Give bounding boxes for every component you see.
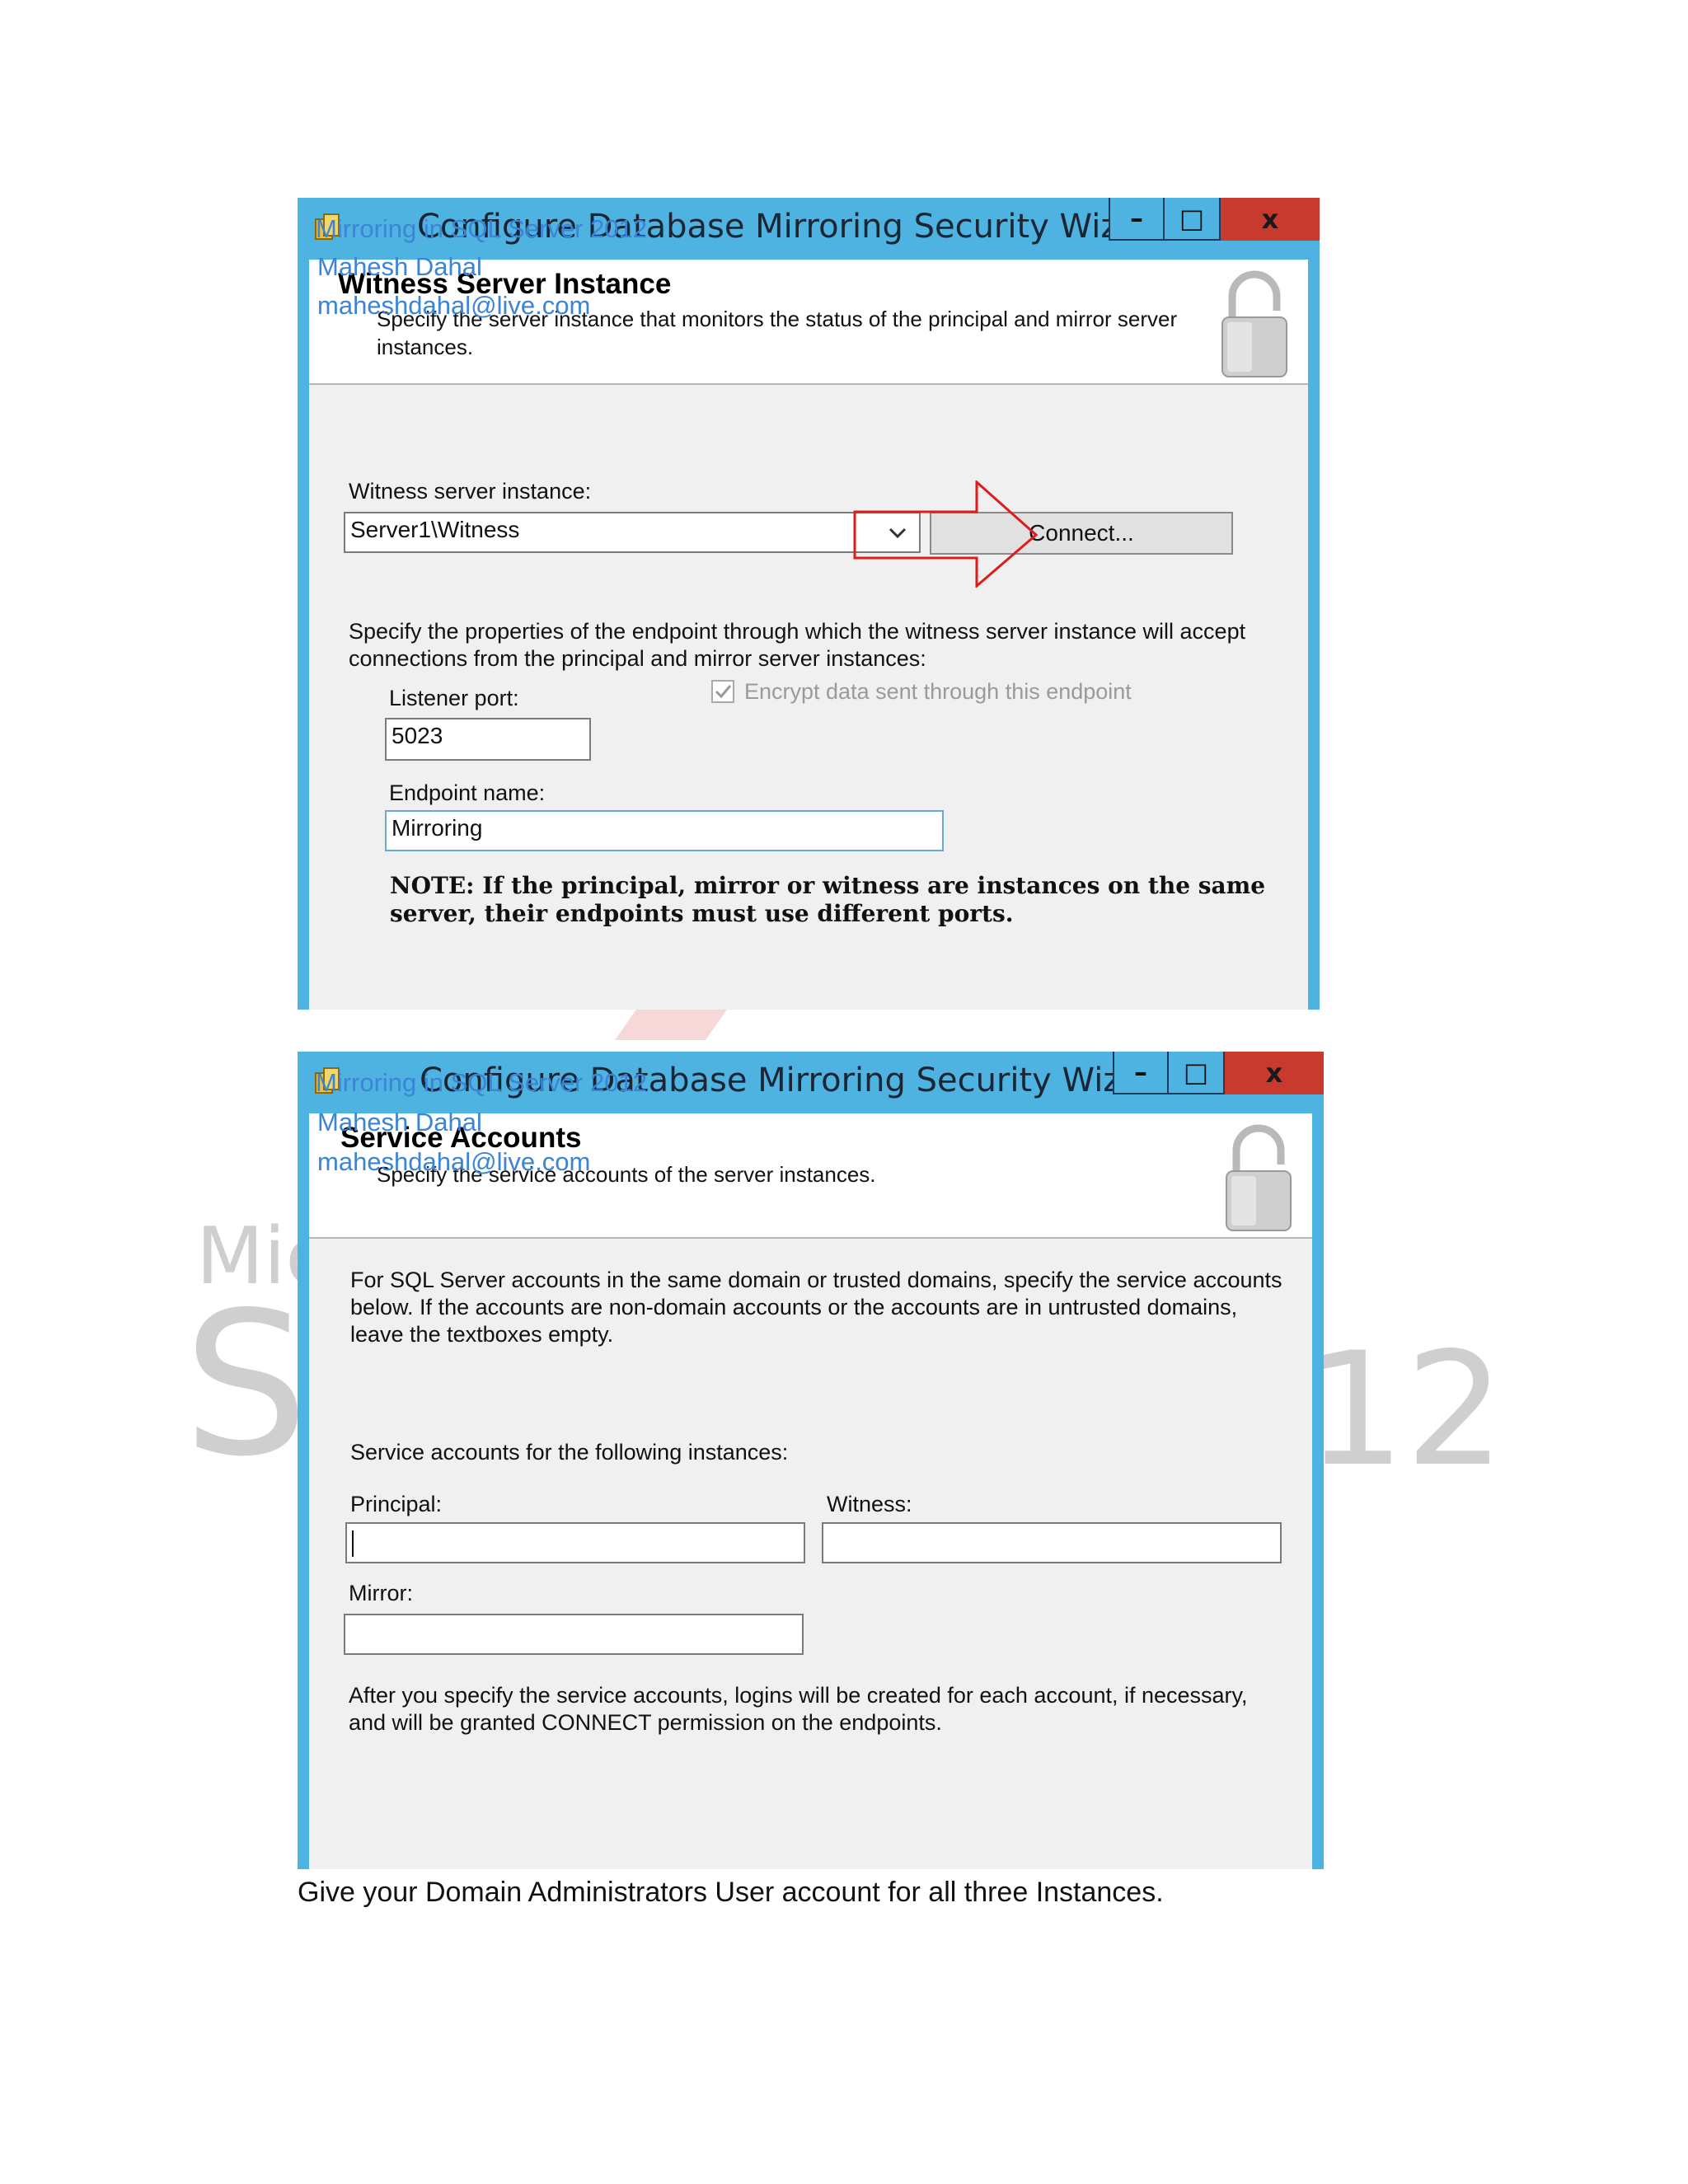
footer-text: After you specify the service accounts, …	[349, 1683, 1248, 1735]
overlay-watermark-line3: maheshdahal@live.com	[317, 291, 591, 320]
witness-label: Witness:	[827, 1492, 912, 1516]
checkmark-icon	[715, 685, 732, 699]
encrypt-label: Encrypt data sent through this endpoint	[744, 679, 1132, 704]
listener-port-input[interactable]: 5023	[385, 718, 591, 761]
wizard-window-witness: Configure Database Mirroring Security Wi…	[298, 198, 1320, 1010]
window-controls: – □ x	[1109, 198, 1320, 241]
endpoint-name-input[interactable]: Mirroring	[385, 810, 944, 851]
principal-label: Principal:	[350, 1492, 443, 1516]
text-caret	[352, 1530, 354, 1557]
note-text: NOTE: If the principal, mirror or witnes…	[390, 872, 1266, 927]
annotation-arrow-icon	[853, 480, 1039, 588]
witness-instance-combo[interactable]: Server1\Witness	[344, 512, 921, 553]
padlock-icon	[1221, 270, 1287, 377]
wizard-content: Service Accounts Specify the service acc…	[309, 1113, 1312, 1869]
intro-text: For SQL Server accounts in the same doma…	[350, 1268, 1282, 1347]
close-button[interactable]: x	[1221, 198, 1320, 241]
minimize-button[interactable]: –	[1113, 1052, 1169, 1094]
overlay-watermark-line2: Mahesh Dahal	[317, 252, 482, 281]
mirror-input[interactable]	[344, 1614, 804, 1655]
caption-text: Give your Domain Administrators User acc…	[298, 1877, 1164, 1908]
listener-port-label: Listener port:	[389, 686, 519, 710]
maximize-button[interactable]: □	[1165, 198, 1221, 241]
maximize-button[interactable]: □	[1169, 1052, 1225, 1094]
watermark-red-shape	[614, 1007, 729, 1040]
witness-instance-label: Witness server instance:	[349, 479, 592, 504]
close-button[interactable]: x	[1225, 1052, 1324, 1094]
witness-input[interactable]	[822, 1522, 1282, 1563]
overlay-watermark-line1: Mirroring in SQL Server 2012	[316, 1068, 648, 1097]
wizard-window-service-accounts: Configure Database Mirroring Security Wi…	[298, 1052, 1324, 1869]
minimize-button[interactable]: –	[1109, 198, 1165, 241]
wizard-content: Witness Server Instance Specify the serv…	[309, 260, 1308, 1010]
endpoint-description: Specify the properties of the endpoint t…	[349, 619, 1246, 671]
overlay-watermark-line3: maheshdahal@live.com	[317, 1147, 591, 1176]
encrypt-checkbox[interactable]	[711, 680, 734, 703]
instances-label: Service accounts for the following insta…	[350, 1440, 789, 1465]
witness-instance-value: Server1\Witness	[350, 517, 520, 542]
overlay-watermark-line2: Mahesh Dahal	[317, 1108, 482, 1137]
overlay-watermark-line1: Mirroring in SQL Server 2012	[316, 214, 648, 243]
mirror-label: Mirror:	[349, 1581, 413, 1605]
watermark-text-s: S	[183, 1269, 309, 1500]
window-controls: – □ x	[1113, 1052, 1324, 1094]
padlock-icon	[1226, 1124, 1292, 1231]
principal-input[interactable]	[345, 1522, 805, 1563]
watermark-text-year: 12	[1306, 1319, 1505, 1501]
endpoint-name-label: Endpoint name:	[389, 780, 546, 805]
